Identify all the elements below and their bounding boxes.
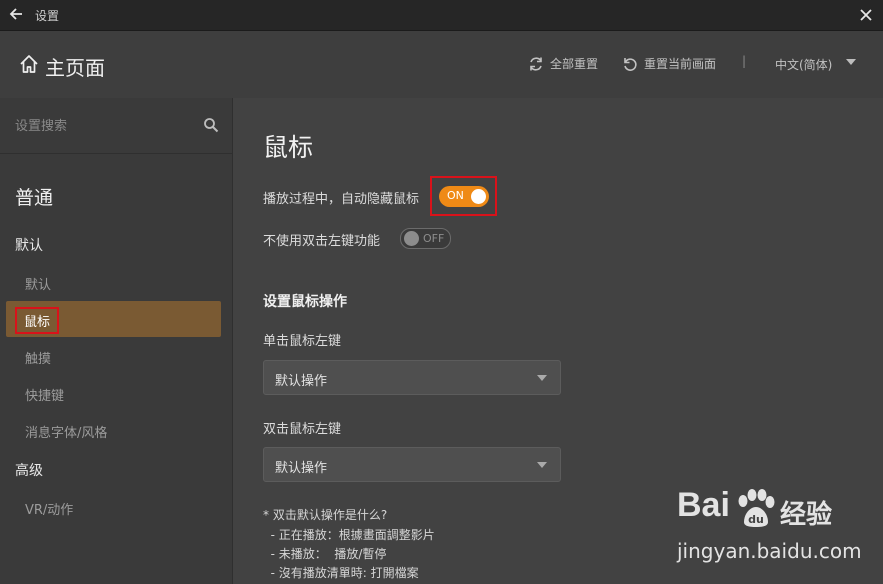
watermark-url: jingyan.baidu.com — [677, 539, 862, 563]
reset-all-label: 全部重置 — [550, 57, 599, 71]
baidu-watermark: Bai du 经验 jingyan.baidu.com — [672, 486, 872, 576]
double-click-select[interactable]: 默认操作 — [263, 447, 561, 482]
sidebar-item-label: 鼠标 — [15, 307, 60, 334]
sidebar-item-touch[interactable]: 触摸 — [25, 348, 51, 367]
search-icon[interactable] — [203, 117, 219, 133]
sidebar-item-mouse[interactable]: 鼠标 — [6, 301, 221, 337]
toggle-state-on: ON — [447, 189, 464, 202]
refresh-icon — [530, 56, 542, 71]
toggle-knob — [404, 231, 419, 246]
undo-icon — [624, 57, 637, 71]
note-line: - 正在播放：根據畫面調整影片 — [263, 528, 435, 542]
search-bar — [0, 98, 232, 154]
sidebar: 普通 默认 默认 鼠标 触摸 快捷键 消息字体/风格 高级 VR/动作 — [0, 98, 233, 584]
reset-all-button[interactable]: 全部重置 — [528, 55, 598, 72]
chevron-down-icon[interactable] — [846, 59, 856, 65]
home-icon — [20, 55, 38, 73]
close-icon[interactable] — [859, 8, 873, 22]
mouse-actions-heading: 设置鼠标操作 — [263, 294, 347, 310]
sidebar-item-default[interactable]: 默认 — [25, 274, 51, 293]
back-arrow-icon[interactable] — [8, 6, 24, 22]
sidebar-group-advanced[interactable]: 高级 — [15, 460, 43, 480]
sidebar-item-shortcuts[interactable]: 快捷键 — [25, 385, 64, 404]
watermark-logo: Bai — [677, 486, 730, 524]
auto-hide-cursor-label: 播放过程中，自动隐藏鼠标 — [263, 192, 420, 207]
single-click-value: 默认操作 — [275, 374, 328, 389]
section-title-general: 普通 — [15, 187, 54, 209]
auto-hide-cursor-toggle[interactable]: ON — [439, 186, 489, 207]
single-click-label: 单击鼠标左键 — [263, 334, 342, 349]
note-line: * 双击默认操作是什么? — [263, 508, 388, 522]
paw-icon: du — [738, 489, 775, 527]
chevron-down-icon — [537, 462, 547, 468]
toggle-knob — [471, 189, 486, 204]
reset-current-button[interactable]: 重置当前画面 — [622, 55, 716, 72]
double-click-value: 默认操作 — [275, 461, 328, 476]
disable-double-click-toggle[interactable]: OFF — [400, 228, 451, 249]
toggle-state-off: OFF — [423, 232, 445, 245]
note-line: - 沒有播放清單時: 打開檔案 — [263, 566, 419, 580]
page-title: 主页面 — [45, 56, 105, 80]
sidebar-item-message-font[interactable]: 消息字体/风格 — [25, 422, 107, 441]
svg-text:du: du — [748, 513, 764, 526]
reset-current-label: 重置当前画面 — [644, 57, 717, 71]
chevron-down-icon — [537, 375, 547, 381]
header-divider: | — [742, 54, 747, 68]
search-input[interactable] — [15, 116, 185, 136]
window-title: 设置 — [35, 9, 60, 23]
disable-double-click-label: 不使用双击左键功能 — [263, 234, 381, 249]
highlight-box: ON — [430, 176, 497, 216]
section-heading: 鼠标 — [263, 133, 314, 162]
language-select[interactable]: 中文(简体) — [775, 56, 832, 73]
watermark-text: 经验 — [780, 500, 833, 530]
note-line: - 未播放： 播放/暫停 — [263, 547, 387, 561]
sidebar-item-vr[interactable]: VR/动作 — [25, 499, 73, 518]
header: 主页面 全部重置 重置当前画面 | 中文(简体) — [0, 31, 883, 98]
double-click-label: 双击鼠标左键 — [263, 422, 342, 437]
sidebar-group-default[interactable]: 默认 — [15, 235, 43, 255]
single-click-select[interactable]: 默认操作 — [263, 360, 561, 395]
title-bar: 设置 — [0, 0, 883, 31]
